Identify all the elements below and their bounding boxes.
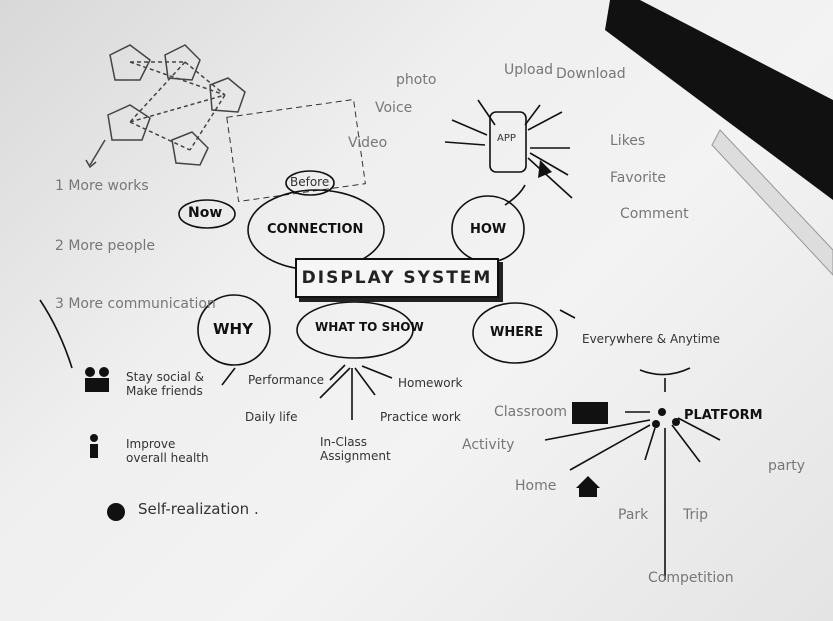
- what-to-show-node: WHAT TO SHOW: [315, 320, 424, 334]
- more-communication: 3 More communication: [55, 296, 216, 312]
- feature-video: Video: [348, 135, 388, 151]
- place-activity: Activity: [462, 437, 515, 453]
- feature-download: Download: [556, 66, 626, 82]
- place-competition: Competition: [648, 570, 734, 586]
- what-practice-work: Practice work: [380, 410, 461, 424]
- feature-comment: Comment: [620, 206, 689, 222]
- before-node: Before: [290, 175, 330, 189]
- now-node: Now: [188, 205, 223, 221]
- feature-voice: Voice: [375, 100, 413, 116]
- connection-node: CONNECTION: [267, 222, 364, 237]
- place-trip: Trip: [683, 507, 709, 523]
- what-in-class-assignment: In-Class Assignment: [320, 435, 391, 463]
- platform-label: PLATFORM: [684, 408, 763, 423]
- why-self-realization: Self-realization .: [138, 500, 259, 518]
- app-screen-label: APP: [497, 133, 516, 144]
- more-works: 1 More works: [55, 178, 149, 194]
- display-system-title: DISPLAY SYSTEM: [295, 258, 499, 298]
- why-improve-health: Improve overall health: [126, 437, 209, 465]
- feature-favorite: Favorite: [610, 170, 666, 186]
- everywhere-anytime: Everywhere & Anytime: [582, 332, 720, 346]
- what-daily-life: Daily life: [245, 410, 298, 424]
- place-party: party: [768, 458, 805, 474]
- place-park: Park: [618, 507, 649, 523]
- what-performance: Performance: [248, 373, 325, 387]
- what-homework: Homework: [398, 376, 463, 390]
- network-icon: [85, 44, 246, 169]
- feature-likes: Likes: [610, 133, 646, 149]
- why-node: WHY: [213, 320, 253, 338]
- where-node: WHERE: [490, 325, 543, 340]
- place-classroom: Classroom: [494, 404, 568, 420]
- how-node: HOW: [470, 222, 507, 237]
- why-stay-social: Stay social & Make friends: [126, 370, 204, 398]
- place-home: Home: [515, 478, 557, 494]
- feature-upload: Upload: [504, 62, 554, 78]
- feature-photo: photo: [396, 72, 437, 88]
- more-people: 2 More people: [55, 238, 155, 254]
